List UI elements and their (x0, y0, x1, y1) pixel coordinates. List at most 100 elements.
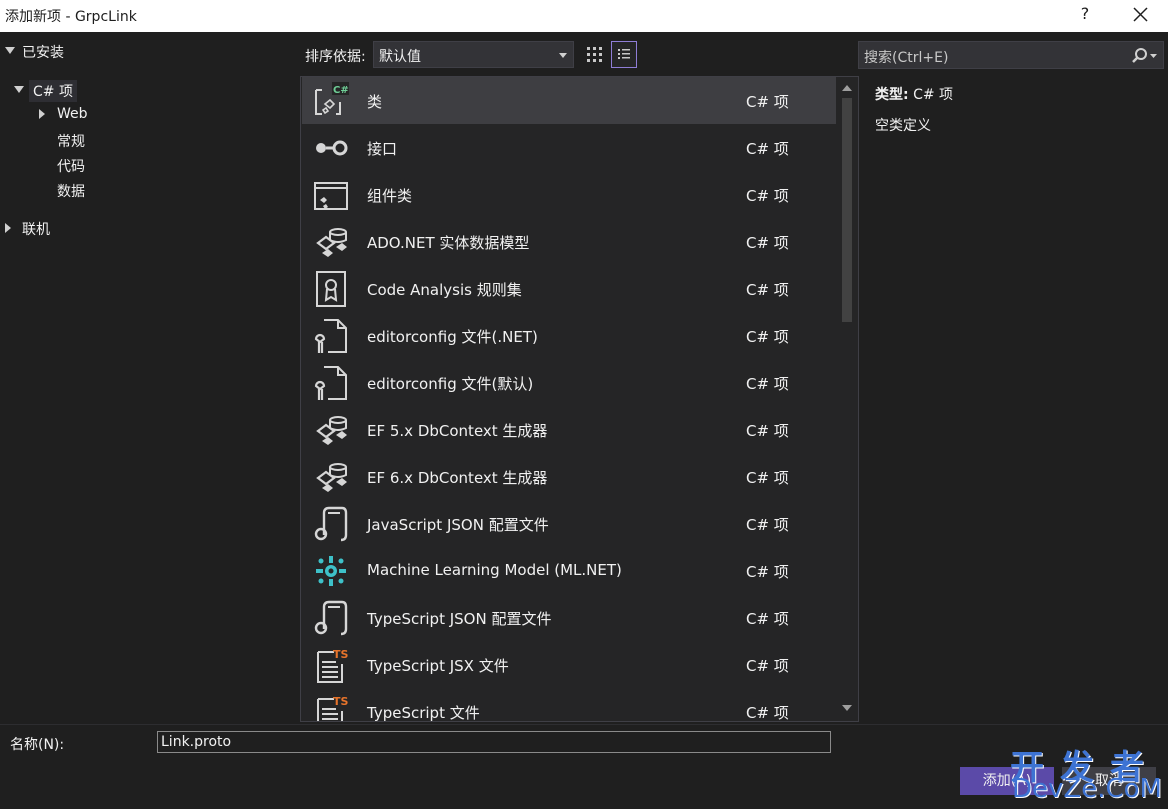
entity-model-icon (312, 223, 350, 261)
template-row[interactable]: JavaScript JSON 配置文件 C# 项 (302, 500, 836, 547)
svg-text:TS: TS (333, 695, 349, 708)
expanded-arrow-icon[interactable] (5, 47, 15, 54)
ml-gear-icon (312, 552, 350, 590)
template-type: C# 项 (746, 234, 789, 252)
interface-icon (312, 129, 350, 167)
tree-node-installed[interactable]: 已安装 (22, 42, 64, 62)
component-class-icon (312, 176, 350, 214)
template-type: C# 项 (746, 610, 789, 628)
template-type: C# 项 (746, 563, 789, 581)
title-bar: 添加新项 - GrpcLink ? (0, 0, 1168, 32)
sort-value: 默认值 (379, 49, 421, 65)
close-button[interactable] (1128, 2, 1154, 28)
template-type: C# 项 (746, 93, 789, 111)
template-type: C# 项 (746, 469, 789, 487)
template-name: 接口 (367, 140, 398, 158)
chevron-down-icon (559, 53, 567, 58)
window-title: 添加新项 - GrpcLink (5, 9, 137, 25)
item-description: 空类定义 (875, 118, 931, 134)
tree-node-online[interactable]: 联机 (22, 219, 50, 239)
json-config-icon (312, 505, 350, 543)
template-row[interactable]: EF 5.x DbContext 生成器 C# 项 (302, 406, 836, 453)
typescript-file-icon: TS (312, 693, 350, 721)
template-name: EF 5.x DbContext 生成器 (367, 422, 548, 440)
entity-model-icon (312, 411, 350, 449)
search-placeholder: 搜索(Ctrl+E) (864, 50, 949, 66)
tree-node-csharp[interactable]: C# 项 (29, 80, 77, 102)
template-row[interactable]: editorconfig 文件(.NET) C# 项 (302, 312, 836, 359)
svg-text:C#: C# (333, 85, 349, 96)
template-name: 组件类 (367, 187, 413, 205)
template-name: Code Analysis 规则集 (367, 281, 522, 299)
template-row[interactable]: TS TypeScript 文件 C# 项 (302, 688, 836, 722)
template-row[interactable]: TS TypeScript JSX 文件 C# 项 (302, 641, 836, 688)
template-row[interactable]: 接口 C# 项 (302, 124, 836, 171)
add-button[interactable]: 添加(A) (960, 767, 1054, 795)
template-type: C# 项 (746, 422, 789, 440)
template-name: ADO.NET 实体数据模型 (367, 234, 530, 252)
search-icon (1132, 48, 1157, 63)
template-name: Machine Learning Model (ML.NET) (367, 561, 622, 579)
template-name: JavaScript JSON 配置文件 (367, 516, 549, 534)
template-row[interactable]: editorconfig 文件(默认) C# 项 (302, 359, 836, 406)
template-type: C# 项 (746, 704, 789, 722)
sort-label: 排序依据: (305, 49, 366, 65)
editorconfig-icon (312, 364, 350, 402)
template-tree: 已安装 C# 项 Web 常规 代码 数据 联机 (0, 33, 295, 723)
name-label: 名称(N): (10, 737, 65, 753)
template-row[interactable]: ADO.NET 实体数据模型 C# 项 (302, 218, 836, 265)
list-scrollbar[interactable] (837, 77, 857, 721)
class-icon: C# (312, 82, 350, 120)
search-button[interactable] (1130, 46, 1160, 66)
editorconfig-icon (312, 317, 350, 355)
svg-text:TS: TS (333, 648, 349, 661)
entity-model-icon (312, 458, 350, 496)
template-name: TypeScript 文件 (367, 704, 480, 722)
template-row[interactable]: Code Analysis 规则集 C# 项 (302, 265, 836, 312)
template-name: TypeScript JSON 配置文件 (367, 610, 552, 628)
template-type: C# 项 (746, 657, 789, 675)
type-value: C# 项 (913, 87, 954, 103)
template-row[interactable]: Machine Learning Model (ML.NET) C# 项 (302, 547, 836, 594)
collapsed-arrow-icon[interactable] (39, 109, 45, 119)
tree-node-code[interactable]: 代码 (57, 156, 85, 176)
cancel-button[interactable]: 取消 (1062, 767, 1156, 795)
ruleset-icon (312, 270, 350, 308)
template-type: C# 项 (746, 187, 789, 205)
template-row[interactable]: EF 6.x DbContext 生成器 C# 项 (302, 453, 836, 500)
template-name: TypeScript JSX 文件 (367, 657, 509, 675)
template-name: editorconfig 文件(默认) (367, 375, 534, 393)
tree-node-data[interactable]: 数据 (57, 181, 85, 201)
template-row[interactable]: TypeScript JSON 配置文件 C# 项 (302, 594, 836, 641)
template-name: editorconfig 文件(.NET) (367, 328, 538, 346)
scroll-down-icon[interactable] (842, 705, 852, 711)
tree-node-web[interactable]: Web (57, 106, 88, 122)
grid-view-button[interactable] (582, 41, 608, 68)
tree-node-general[interactable]: 常规 (57, 131, 85, 151)
list-view-icon (618, 49, 630, 59)
template-type: C# 项 (746, 375, 789, 393)
template-row[interactable]: 组件类 C# 项 (302, 171, 836, 218)
grid-view-icon (587, 47, 602, 62)
template-name: EF 6.x DbContext 生成器 (367, 469, 548, 487)
scroll-thumb[interactable] (842, 98, 852, 322)
template-type: C# 项 (746, 281, 789, 299)
name-input[interactable] (157, 731, 831, 753)
help-button[interactable]: ? (1078, 4, 1092, 23)
sort-dropdown[interactable]: 默认值 (373, 41, 574, 68)
typescript-file-icon: TS (312, 646, 350, 684)
template-type: C# 项 (746, 328, 789, 346)
scroll-up-icon[interactable] (842, 85, 852, 91)
template-list[interactable]: C# 类 C# 项接口 C# 项组件类 C# 项 ADO.NET 实体数据模型 C# 项 Co… (300, 76, 859, 722)
list-view-button[interactable] (611, 41, 637, 68)
json-config-icon (312, 599, 350, 637)
template-type: C# 项 (746, 516, 789, 534)
search-box[interactable]: 搜索(Ctrl+E) (858, 41, 1164, 69)
expanded-arrow-icon[interactable] (14, 86, 24, 93)
template-type: C# 项 (746, 140, 789, 158)
type-label: 类型: (875, 87, 909, 103)
template-row[interactable]: C# 类 C# 项 (302, 77, 836, 124)
collapsed-arrow-icon[interactable] (5, 223, 11, 233)
template-name: 类 (367, 93, 383, 111)
close-icon (1133, 7, 1148, 22)
